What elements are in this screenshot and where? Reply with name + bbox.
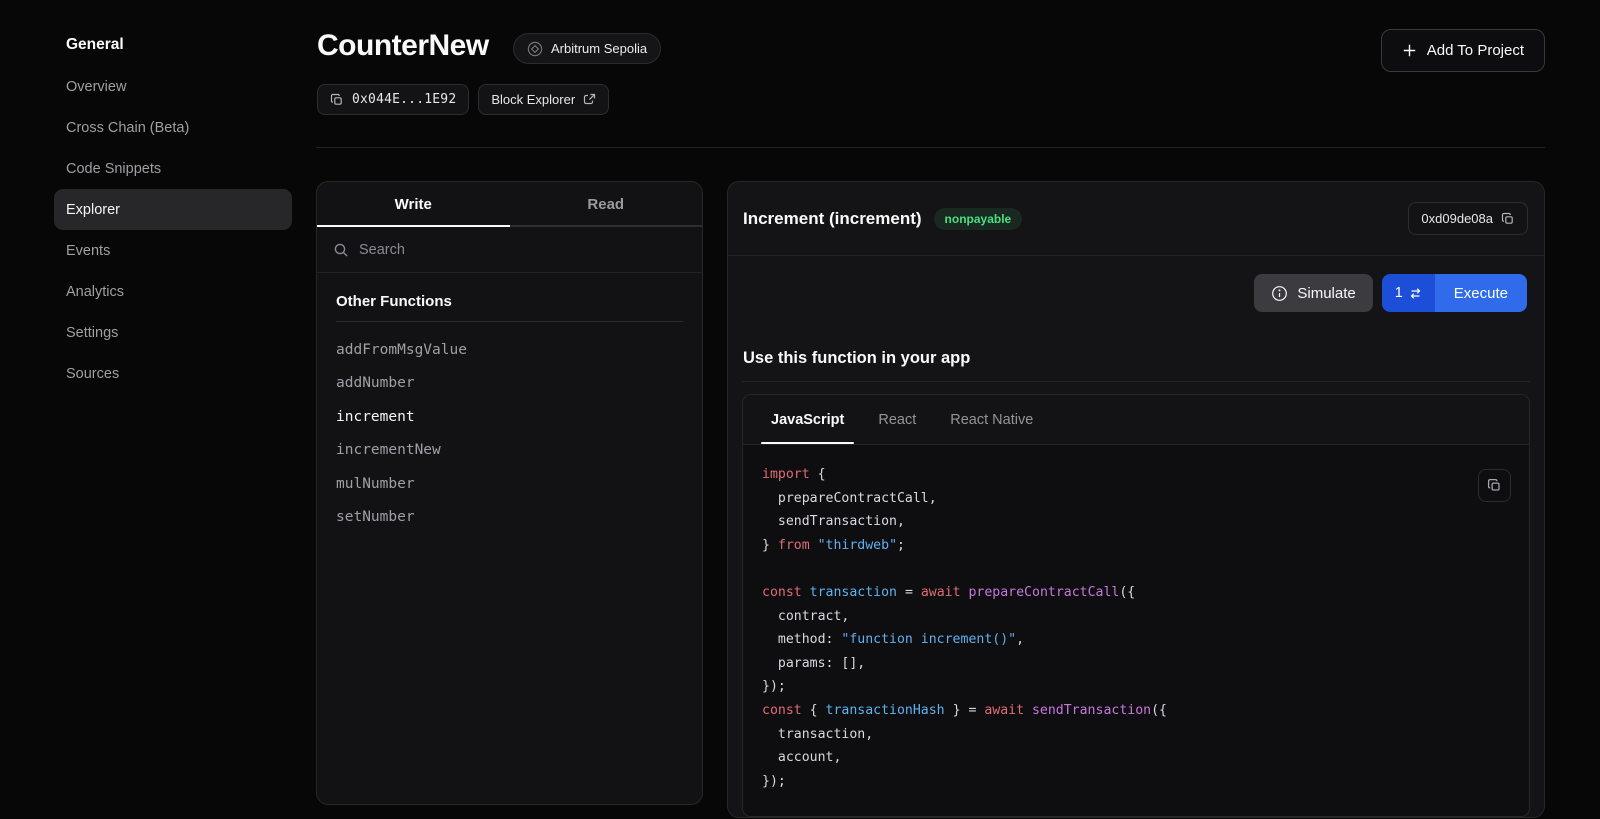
function-item-addfrommsgvalue[interactable]: addFromMsgValue [336, 334, 683, 367]
code-area: import { prepareContractCall, sendTransa… [743, 445, 1529, 816]
page-title: CounterNew [317, 29, 489, 63]
sidebar-item-settings[interactable]: Settings [54, 312, 292, 353]
execute-split-button: 1 Execute [1382, 274, 1527, 312]
code-line: }); [762, 675, 1469, 699]
sidebar-item-sources[interactable]: Sources [54, 353, 292, 394]
sidebar-item-analytics[interactable]: Analytics [54, 271, 292, 312]
code-language-tabbar: JavaScript React React Native [743, 395, 1529, 445]
code-line: sendTransaction, [762, 510, 1469, 534]
code-line: } from "thirdweb"; [762, 534, 1469, 558]
add-to-project-label: Add To Project [1427, 42, 1524, 59]
block-explorer-button[interactable]: Block Explorer [478, 84, 609, 115]
search-icon [333, 242, 349, 258]
copy-icon [330, 93, 344, 107]
code-line: params: [], [762, 652, 1469, 676]
code-line: const { transactionHash } = await sendTr… [762, 699, 1469, 723]
code-line: const transaction = await prepareContrac… [762, 581, 1469, 605]
block-explorer-label: Block Explorer [491, 92, 575, 107]
function-selector-label: 0xd09de08a [1421, 211, 1493, 226]
code-line: method: "function increment()", [762, 628, 1469, 652]
sidebar: General OverviewCross Chain (Beta)Code S… [0, 0, 316, 819]
network-badge: Arbitrum Sepolia [513, 33, 661, 64]
contract-address-label: 0x044E...1E92 [352, 92, 456, 107]
code-line: contract, [762, 605, 1469, 629]
function-item-incrementnew[interactable]: incrementNew [336, 434, 683, 467]
network-badge-label: Arbitrum Sepolia [551, 41, 647, 56]
function-detail-header: Increment (increment) nonpayable 0xd09de… [728, 182, 1544, 256]
function-item-addnumber[interactable]: addNumber [336, 367, 683, 400]
usage-title: Use this function in your app [743, 349, 970, 368]
tab-read[interactable]: Read [510, 182, 703, 227]
function-detail-panel: Increment (increment) nonpayable 0xd09de… [727, 181, 1545, 818]
transaction-count-button[interactable]: 1 [1382, 274, 1435, 312]
code-line: import { [762, 463, 1469, 487]
code-line: transaction, [762, 723, 1469, 747]
simulate-label: Simulate [1297, 285, 1355, 302]
sidebar-item-overview[interactable]: Overview [54, 66, 292, 107]
copy-icon [1487, 478, 1502, 493]
code-line: account, [762, 746, 1469, 770]
functions-panel: WriteRead Other Functions addFromMsgValu… [316, 181, 703, 805]
functions-section: Other Functions addFromMsgValueaddNumber… [317, 273, 702, 534]
external-link-icon [583, 93, 596, 106]
function-actions-row: Simulate 1 Execute [728, 256, 1544, 312]
functions-section-title: Other Functions [336, 293, 683, 322]
code-line: }); [762, 770, 1469, 794]
mutability-badge: nonpayable [934, 208, 1023, 230]
code-tab-javascript[interactable]: JavaScript [769, 395, 846, 444]
code-tab-react[interactable]: React [876, 395, 918, 444]
execute-button[interactable]: Execute [1435, 274, 1527, 312]
function-selector-button[interactable]: 0xd09de08a [1408, 202, 1528, 235]
header-divider [316, 147, 1545, 148]
function-item-setnumber[interactable]: setNumber [336, 501, 683, 534]
functions-tabbar: WriteRead [317, 182, 702, 227]
function-detail-title: Increment (increment) [743, 209, 922, 229]
function-list: addFromMsgValueaddNumberincrementincreme… [336, 322, 683, 534]
swap-arrows-icon [1409, 287, 1422, 300]
contract-address-button[interactable]: 0x044E...1E92 [317, 84, 469, 115]
sidebar-section-title: General [66, 36, 124, 54]
network-chain-icon [527, 41, 543, 57]
code-line [762, 557, 1469, 581]
copy-code-button[interactable] [1478, 469, 1511, 502]
code-line: prepareContractCall, [762, 487, 1469, 511]
tab-write[interactable]: Write [317, 182, 510, 227]
plus-icon [1402, 43, 1417, 58]
function-search-row [317, 227, 702, 273]
sidebar-item-explorer[interactable]: Explorer [54, 189, 292, 230]
sidebar-item-code-snippets[interactable]: Code Snippets [54, 148, 292, 189]
add-to-project-button[interactable]: Add To Project [1381, 29, 1545, 72]
function-item-mulnumber[interactable]: mulNumber [336, 468, 683, 501]
function-search-input[interactable] [359, 242, 686, 258]
sidebar-item-events[interactable]: Events [54, 230, 292, 271]
copy-icon [1501, 212, 1515, 226]
sidebar-item-cross-chain-beta[interactable]: Cross Chain (Beta) [54, 107, 292, 148]
function-item-increment[interactable]: increment [336, 401, 683, 434]
usage-divider [742, 381, 1530, 382]
info-icon [1271, 285, 1288, 302]
contract-links-row: 0x044E...1E92 Block Explorer [317, 84, 609, 115]
simulate-button[interactable]: Simulate [1254, 274, 1372, 312]
code-block: import { prepareContractCall, sendTransa… [743, 445, 1529, 813]
transaction-count: 1 [1395, 285, 1403, 301]
code-tab-react-native[interactable]: React Native [948, 395, 1035, 444]
sidebar-nav: OverviewCross Chain (Beta)Code SnippetsE… [54, 66, 292, 394]
code-snippet-box: JavaScript React React Native import { pre… [742, 394, 1530, 817]
